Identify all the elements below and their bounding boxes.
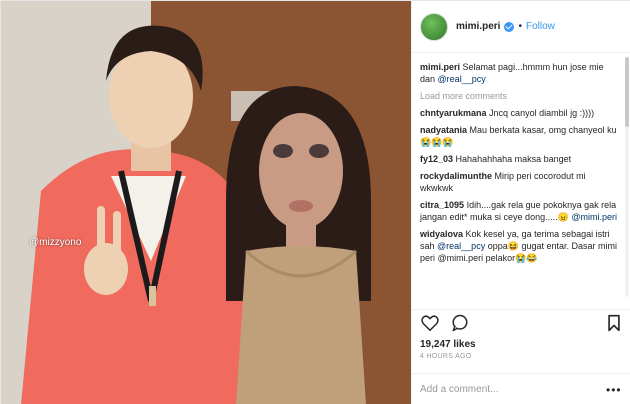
comment-item: citra_1095 Idih....gak rela gue pokoknya… — [420, 199, 618, 223]
post-side-panel: mimi.peri • Follow mimi.peri Selamat pag… — [411, 1, 630, 404]
heart-icon[interactable] — [420, 313, 440, 333]
caption-mention[interactable]: @real__pcy — [438, 74, 486, 84]
caption: mimi.peri Selamat pagi...hmmm hun jose m… — [420, 61, 618, 85]
caption-username[interactable]: mimi.peri — [420, 62, 460, 72]
comment-username[interactable]: citra_1095 — [420, 200, 464, 210]
comment-text: Hahahahhaha maksa banget — [455, 154, 572, 164]
comment-mention[interactable]: @mimi.peri — [571, 212, 617, 222]
comment-username[interactable]: fy12_03 — [420, 154, 453, 164]
comment-item: rockydalimunthe Mirip peri cocorodut mi … — [420, 170, 618, 194]
comment-item: fy12_03 Hahahahhaha maksa banget — [420, 153, 618, 165]
comments-scrollbar[interactable] — [625, 57, 629, 297]
comment-item: chntyarukmana Jncq canyol diambil jg :))… — [420, 107, 618, 119]
more-options-icon[interactable]: ••• — [606, 383, 622, 397]
load-more-comments-link[interactable]: Load more comments — [420, 90, 618, 102]
comment-item: widyalova Kok kesel ya, ga terima sebaga… — [420, 228, 618, 264]
photo-illustration — [1, 1, 411, 404]
comment-username[interactable]: nadyatania — [420, 125, 467, 135]
likes-count[interactable]: 19,247 likes — [420, 339, 476, 350]
add-comment-input[interactable] — [420, 384, 606, 395]
comment-item: nadyatania Mau berkata kasar, omg chanye… — [420, 124, 618, 148]
separator-dot: • — [518, 21, 522, 32]
comments-list: mimi.peri Selamat pagi...hmmm hun jose m… — [412, 61, 626, 301]
add-comment-bar: ••• — [412, 373, 630, 404]
header-username[interactable]: mimi.peri — [456, 21, 500, 32]
post-header: mimi.peri • Follow — [412, 1, 630, 53]
comment-username[interactable]: chntyarukmana — [420, 108, 487, 118]
photo-watermark: @mizzyono — [29, 237, 82, 248]
scrollbar-thumb[interactable] — [625, 57, 629, 127]
comment-icon[interactable] — [450, 313, 470, 333]
post-timestamp: 4 HOURS AGO — [420, 353, 472, 360]
instagram-post: @mizzyono mimi.peri • Follow mimi.peri S… — [0, 0, 630, 404]
comment-username[interactable]: widyalova — [420, 229, 463, 239]
bookmark-icon[interactable] — [604, 313, 624, 333]
comment-username[interactable]: rockydalimunthe — [420, 171, 492, 181]
follow-button[interactable]: Follow — [526, 21, 555, 32]
verified-badge-icon — [504, 21, 515, 32]
comment-text: Jncq canyol diambil jg :)))) — [489, 108, 595, 118]
comment-mention[interactable]: @real__pcy — [437, 241, 485, 251]
avatar[interactable] — [420, 12, 448, 41]
action-bar — [412, 309, 630, 335]
post-photo[interactable]: @mizzyono — [1, 1, 411, 404]
